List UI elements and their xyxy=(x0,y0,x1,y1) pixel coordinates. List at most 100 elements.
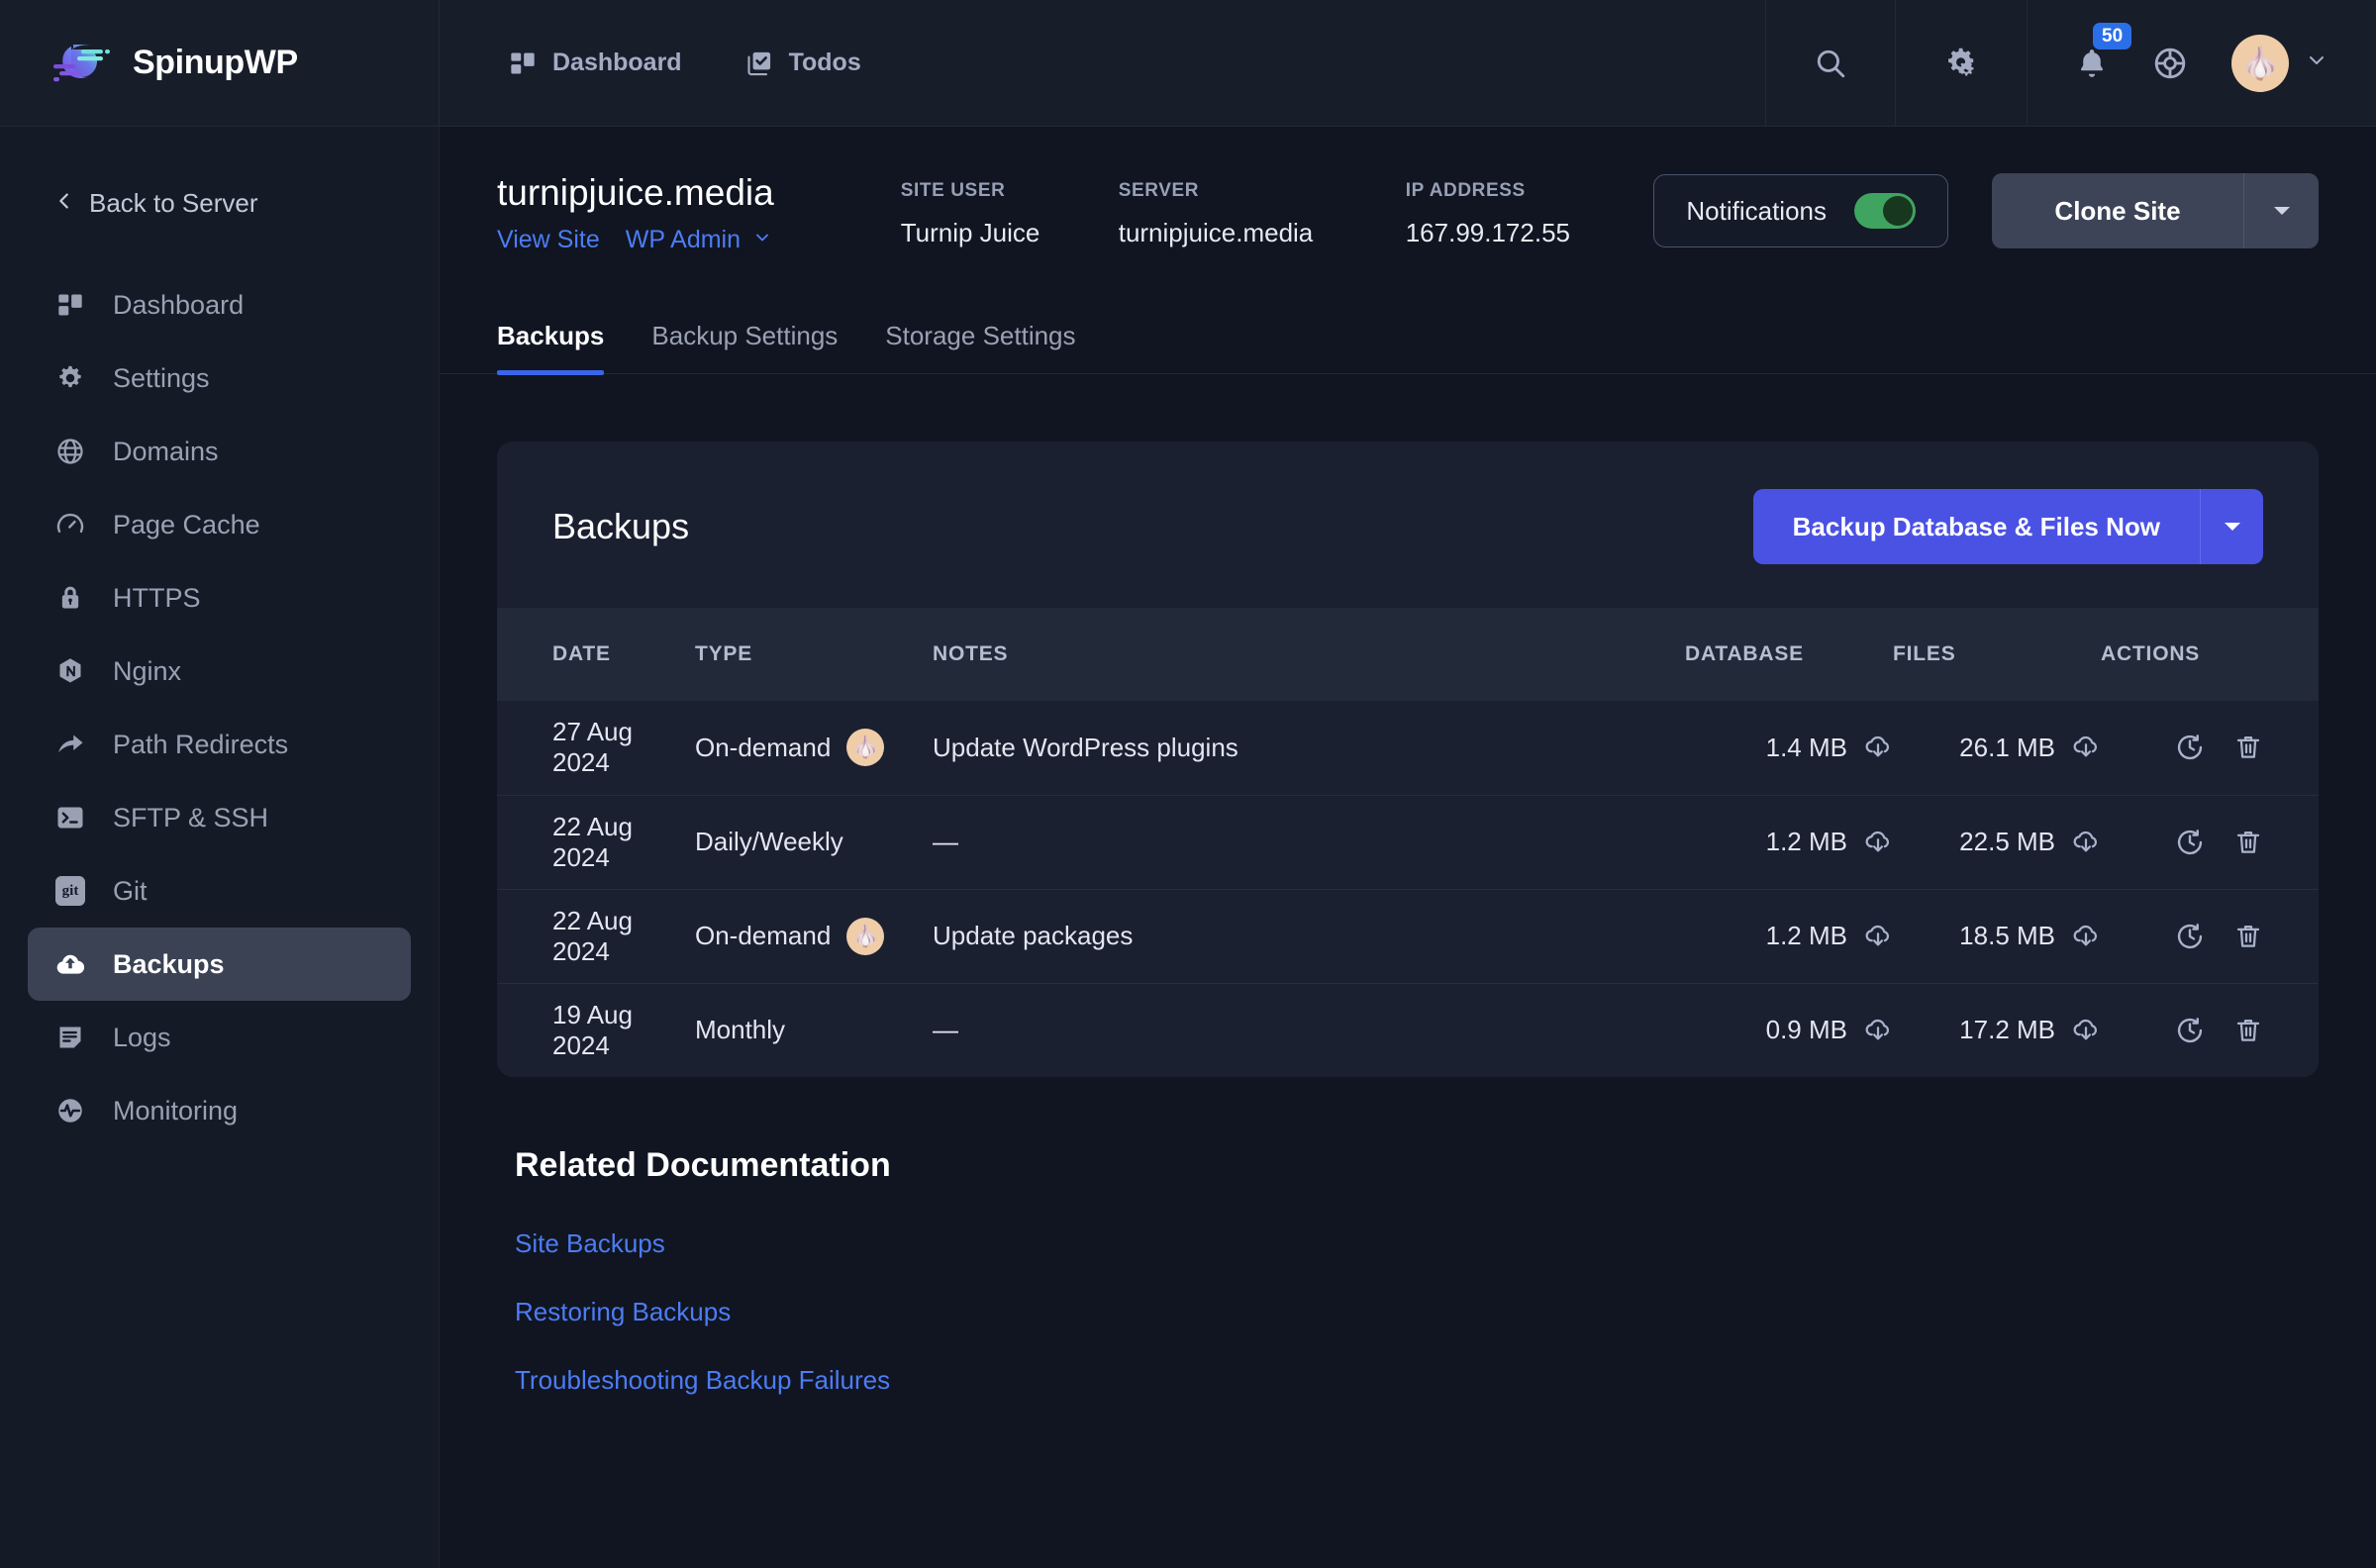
nginx-icon xyxy=(53,654,87,688)
cloud-download-icon[interactable] xyxy=(1863,1016,1893,1045)
doc-link-restoring-backups[interactable]: Restoring Backups xyxy=(515,1297,2301,1327)
sidebar-item-backups[interactable]: Backups xyxy=(28,928,411,1001)
sidebar-item-label: Dashboard xyxy=(113,289,245,320)
cloud-download-icon[interactable] xyxy=(2071,828,2101,857)
table-row[interactable]: 22 Aug 2024 On-demand 🧄 Update packages … xyxy=(497,888,2319,983)
sidebar-item-domains[interactable]: Domains xyxy=(28,415,411,488)
cloud-download-icon[interactable] xyxy=(1863,828,1893,857)
sidebar-item-sftp-ssh[interactable]: SFTP & SSH xyxy=(28,781,411,854)
wp-admin-dropdown[interactable]: WP Admin xyxy=(626,226,772,254)
user-avatar: 🧄 xyxy=(846,917,885,955)
cloud-download-icon[interactable] xyxy=(1863,733,1893,762)
notifications-toggle[interactable]: Notifications xyxy=(1653,174,1948,247)
grid-icon xyxy=(509,49,537,77)
delete-icon[interactable] xyxy=(2233,828,2263,857)
cell-database: 1.2 MB xyxy=(1685,888,1893,983)
sidebar-item-nginx[interactable]: Nginx xyxy=(28,635,411,708)
cloud-download-icon[interactable] xyxy=(2071,1016,2101,1045)
tab-storage-settings[interactable]: Storage Settings xyxy=(861,321,1099,373)
cloud-download-icon[interactable] xyxy=(2071,922,2101,951)
sidebar-item-dashboard[interactable]: Dashboard xyxy=(28,268,411,342)
doc-link-troubleshooting-backup-failures[interactable]: Troubleshooting Backup Failures xyxy=(515,1365,2301,1396)
top-bar-right: 50 🧄 xyxy=(1765,0,2376,126)
git-icon: git xyxy=(53,874,87,908)
globe-icon xyxy=(53,435,87,468)
cell-notes: Update packages xyxy=(933,888,1685,983)
search-icon[interactable] xyxy=(1814,47,1847,80)
files-size: 22.5 MB xyxy=(1959,827,2055,856)
sidebar-item-label: Path Redirects xyxy=(113,729,289,759)
gauge-icon xyxy=(53,508,87,541)
life-ring-icon[interactable] xyxy=(2152,46,2188,81)
sidebar-item-git[interactable]: git Git xyxy=(28,854,411,928)
backup-now-button-group[interactable]: Backup Database & Files Now xyxy=(1752,489,2263,564)
sidebar-item-path-redirects[interactable]: Path Redirects xyxy=(28,708,411,781)
cell-database: 0.9 MB xyxy=(1685,982,1893,1077)
site-title-block: turnipjuice.media View Site WP Admin xyxy=(497,167,774,254)
document-icon xyxy=(53,1021,87,1054)
sidebar-item-label: Domains xyxy=(113,436,219,466)
sidebar-item-https[interactable]: HTTPS xyxy=(28,561,411,635)
toggle-switch[interactable] xyxy=(1854,193,1916,229)
clone-site-button[interactable]: Clone Site xyxy=(1992,173,2243,248)
restore-icon[interactable] xyxy=(2174,921,2206,952)
main-content: turnipjuice.media View Site WP Admin SIT… xyxy=(440,127,2376,1568)
type-label: Daily/Weekly xyxy=(695,827,843,856)
cell-type: Monthly xyxy=(695,982,933,1077)
table-row[interactable]: 27 Aug 2024 On-demand 🧄 Update WordPress… xyxy=(497,701,2319,795)
topnav-item-dashboard[interactable]: Dashboard xyxy=(509,49,682,77)
topnav-label: Dashboard xyxy=(552,49,682,76)
tab-backup-settings[interactable]: Backup Settings xyxy=(628,321,861,373)
user-avatar[interactable]: 🧄 xyxy=(2231,34,2328,92)
table-row[interactable]: 19 Aug 2024 Monthly — 0.9 MB 17.2 MB xyxy=(497,982,2319,1077)
sidebar-item-settings[interactable]: Settings xyxy=(28,342,411,415)
backup-now-button[interactable]: Backup Database & Files Now xyxy=(1753,489,2200,564)
gear-icon xyxy=(53,361,87,395)
restore-icon[interactable] xyxy=(2174,732,2206,763)
table-row[interactable]: 22 Aug 2024 Daily/Weekly — 1.2 MB 22.5 M… xyxy=(497,794,2319,889)
cell-notes: — xyxy=(933,794,1685,889)
tab-backups[interactable]: Backups xyxy=(473,321,628,375)
page-title: turnipjuice.media xyxy=(497,172,774,214)
cloud-download-icon[interactable] xyxy=(1863,922,1893,951)
column-header-date: DATE xyxy=(552,642,611,665)
delete-icon[interactable] xyxy=(2233,733,2263,762)
top-bar: SpinupWP Dashboard Todos 50 🧄 xyxy=(0,0,2376,127)
type-label: On-demand xyxy=(695,732,832,762)
database-size: 1.2 MB xyxy=(1765,827,1847,856)
notifications-badge: 50 xyxy=(2093,22,2132,50)
bell-icon[interactable]: 50 xyxy=(2075,22,2132,80)
clone-site-button-group[interactable]: Clone Site xyxy=(1992,173,2319,248)
delete-icon[interactable] xyxy=(2233,922,2263,951)
sidebar-item-monitoring[interactable]: Monitoring xyxy=(28,1074,411,1147)
git-chip-label: git xyxy=(55,876,85,906)
cell-actions xyxy=(2101,888,2319,983)
spinupwp-logo-icon xyxy=(51,41,115,86)
cell-actions xyxy=(2101,794,2319,889)
brand-logo[interactable]: SpinupWP xyxy=(0,0,440,126)
restore-icon[interactable] xyxy=(2174,1015,2206,1046)
sidebar-item-page-cache[interactable]: Page Cache xyxy=(28,488,411,561)
cell-type: On-demand 🧄 xyxy=(695,701,933,795)
tab-label: Backup Settings xyxy=(651,321,839,350)
sidebar-item-label: Nginx xyxy=(113,655,182,686)
cell-date: 27 Aug 2024 xyxy=(552,717,633,778)
topnav-item-todos[interactable]: Todos xyxy=(745,49,861,77)
backup-now-caret-icon[interactable] xyxy=(2200,489,2263,564)
cloud-download-icon[interactable] xyxy=(2071,733,2101,762)
topnav-label: Todos xyxy=(788,49,861,76)
meta-label: SERVER xyxy=(1118,179,1200,201)
cell-date: 22 Aug 2024 xyxy=(497,794,695,889)
search-segment xyxy=(1765,0,1895,126)
brand-name: SpinupWP xyxy=(133,44,298,81)
sidebar-item-logs[interactable]: Logs xyxy=(28,1001,411,1074)
doc-link-site-backups[interactable]: Site Backups xyxy=(515,1228,2301,1259)
delete-icon[interactable] xyxy=(2233,1016,2263,1045)
clone-site-caret-icon[interactable] xyxy=(2243,173,2319,248)
restore-icon[interactable] xyxy=(2174,827,2206,858)
gears-icon[interactable] xyxy=(1943,46,1979,81)
avatar-emoji: 🧄 xyxy=(851,923,880,948)
view-site-link[interactable]: View Site xyxy=(497,226,600,254)
back-to-server-link[interactable]: Back to Server xyxy=(28,127,411,219)
sidebar-item-label: Settings xyxy=(113,362,210,393)
